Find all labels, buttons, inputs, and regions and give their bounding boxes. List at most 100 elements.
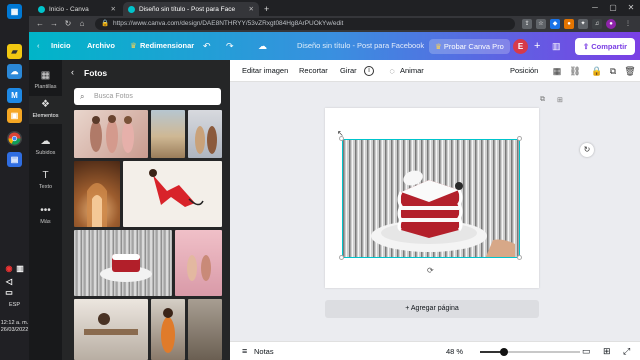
photo-thumbnail[interactable] [175,230,222,296]
language-indicator[interactable]: ESP [0,302,29,309]
page-view-icon[interactable]: ▭ [582,342,591,360]
duplicate-icon[interactable]: ⧉ [607,65,619,77]
add-page-button[interactable]: + Agregar página [325,300,539,318]
upload-icon: ☁ [40,136,51,147]
photo-search-input[interactable]: ⌕ Busca Fotos [74,88,221,105]
try-pro-button[interactable]: ♛ Probar Canva Pro [429,39,510,54]
share-page-icon[interactable]: ⇪ [522,19,532,29]
resize-handle[interactable] [517,136,522,141]
insights-icon[interactable]: ▥ [552,32,561,60]
animate-button[interactable]: Animar [400,60,424,82]
clock-date[interactable]: 26/03/2022 [0,327,29,334]
chrome-icon[interactable] [7,131,22,146]
home-link[interactable]: Inicio [51,32,71,60]
tab-title: Diseño sin título - Post para Face [139,5,236,13]
photo-thumbnail[interactable] [74,110,148,158]
photo-thumbnail[interactable] [188,110,222,158]
rail-item-label: Elementos [32,113,59,119]
photo-thumbnail[interactable] [151,110,185,158]
extension-icon[interactable]: ● [564,19,574,29]
minimize-icon[interactable]: ─ [586,0,604,16]
profile-icon[interactable]: ● [606,19,616,29]
weather-icon[interactable]: ☁ [7,64,22,79]
notes-button[interactable]: Notas [254,342,274,360]
volume-icon[interactable]: ◁ [4,276,14,286]
browser-menu-icon[interactable]: ⋮ [623,19,633,29]
puzzle-extensions-icon[interactable]: ✦ [578,19,588,29]
grid-view-icon[interactable]: ⊞ [603,342,611,360]
duplicate-page-icon[interactable]: ⧉ [540,96,545,104]
selected-cake-image[interactable] [342,139,520,258]
design-page[interactable]: ↖ ⟳ [325,108,539,288]
forward-icon[interactable]: → [49,19,59,29]
sticky-notes-icon[interactable]: ▰ [7,44,22,59]
zoom-slider[interactable] [480,348,580,356]
trash-icon[interactable]: 🗑 [624,65,636,77]
back-chevron-icon[interactable]: ‹ [71,67,74,77]
rail-item-text[interactable]: T Texto [29,167,62,195]
zoom-slider-knob[interactable] [500,348,508,356]
windows-store-icon[interactable]: ▦ [7,4,22,19]
window-controls: ─ ▢ ✕ [586,0,640,16]
add-collaborator-icon[interactable]: + [534,32,540,60]
maximize-icon[interactable]: ▢ [604,0,622,16]
flip-button[interactable]: Girar [340,60,357,82]
rail-item-uploads[interactable]: ☁ Subidos [29,133,62,161]
back-icon[interactable]: ← [35,19,45,29]
extension-icon[interactable]: ◆ [550,19,560,29]
info-icon[interactable]: i [364,66,374,76]
resize-handle[interactable] [517,255,522,260]
zoom-value[interactable]: 48 % [446,342,463,360]
browser-tab-home[interactable]: Inicio - Canva ✕ [33,2,121,16]
photo-thumbnail[interactable] [74,161,120,227]
browser-tab-design[interactable]: Diseño sin título - Post para Face ✕ [123,2,259,16]
photo-thumbnail[interactable] [188,299,222,360]
clock-time[interactable]: 12:12 a. m. [0,320,29,327]
transparency-icon[interactable]: ▦ [551,65,563,77]
crown-icon: ♛ [435,42,442,51]
media-icon[interactable]: ♫ [592,19,602,29]
address-bar[interactable]: 🔒 https://www.canva.com/design/DAE8NTHRY… [95,18,515,30]
battery-icon[interactable]: ▭ [4,287,14,297]
bookmark-star-icon[interactable]: ☆ [536,19,546,29]
share-button[interactable]: ⇧ Compartir [575,38,635,55]
rail-item-label: Texto [38,184,53,190]
record-icon[interactable]: ◉ [4,263,14,273]
crop-button[interactable]: Recortar [299,60,328,82]
resize-handle[interactable] [339,255,344,260]
rail-item-templates[interactable]: ▦ Plantillas [29,67,62,95]
mail-icon[interactable]: M [7,88,22,103]
lock-icon[interactable]: 🔒 [591,65,603,77]
photos-icon[interactable]: ▣ [7,108,22,123]
undo-icon[interactable]: ↶ [203,32,211,60]
tab-close-icon[interactable]: ✕ [243,5,254,13]
link-icon[interactable]: ⛓ [569,65,581,77]
fullscreen-icon[interactable]: ⤢ [623,342,630,360]
file-menu[interactable]: Archivo [87,32,115,60]
add-page-icon[interactable]: ⊞ [557,96,563,104]
tab-close-icon[interactable]: ✕ [105,5,116,13]
photo-thumbnail[interactable] [74,299,148,360]
edit-image-button[interactable]: Editar imagen [242,60,288,82]
reload-icon[interactable]: ↻ [63,19,73,29]
canva-favicon-icon [128,5,135,13]
rail-item-more[interactable]: ••• Más [29,202,62,230]
canva-header: ‹ Inicio Archivo ♛ Redimensionar ↶ ↷ ☁ D… [29,32,640,60]
rail-item-elements[interactable]: ❖ Elementos [29,96,62,124]
home-icon[interactable]: ⌂ [77,19,87,29]
refresh-icon[interactable]: ↻ [580,143,594,157]
rotate-handle-icon[interactable]: ⟳ [427,266,434,275]
close-window-icon[interactable]: ✕ [622,0,640,16]
network-icon[interactable]: ▥ [15,263,25,273]
back-chevron-icon[interactable]: ‹ [37,32,40,60]
new-tab-button[interactable]: + [261,2,275,16]
document-title[interactable]: Diseño sin título - Post para Facebook [297,32,424,60]
files-icon[interactable]: ▤ [7,152,22,167]
photo-thumbnail[interactable] [123,161,222,227]
photo-thumbnail[interactable] [151,299,185,360]
avatar[interactable]: E [513,39,528,54]
position-button[interactable]: Posición [510,60,538,82]
resize-button[interactable]: Redimensionar [140,32,194,60]
photo-thumbnail[interactable] [74,230,172,296]
redo-icon[interactable]: ↷ [226,32,234,60]
